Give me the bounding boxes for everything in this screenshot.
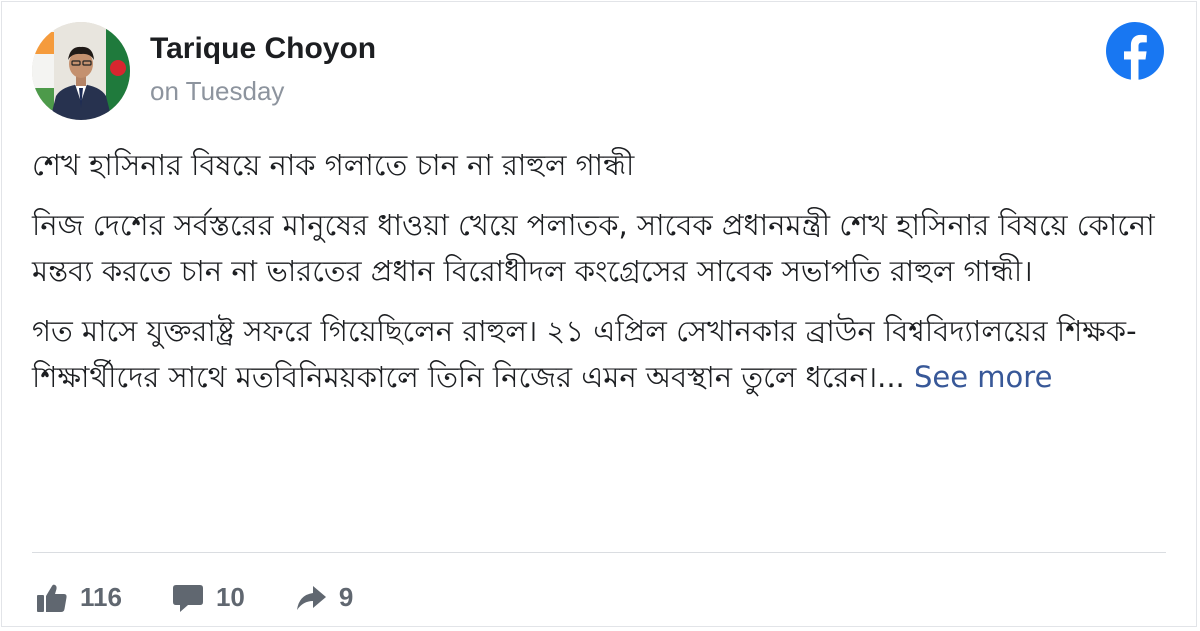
author-name[interactable]: Tarique Choyon bbox=[150, 32, 376, 66]
engagement-stats: 116 10 9 bbox=[36, 582, 403, 613]
thumbs-up-icon bbox=[37, 584, 67, 612]
avatar[interactable] bbox=[32, 22, 130, 120]
facebook-post-card: Tarique Choyon on Tuesday শেখ হাসিনার বি… bbox=[1, 1, 1197, 627]
post-paragraph: নিজ দেশের সর্বস্তরের মানুষের ধাওয়া খেয়… bbox=[32, 208, 1155, 288]
comment-count-button[interactable]: 10 bbox=[172, 582, 245, 613]
ellipsis: ... bbox=[877, 360, 905, 394]
post-paragraph: গত মাসে যুক্তরাষ্ট্র সফরে গিয়েছিলেন রাহ… bbox=[32, 308, 1172, 400]
share-count: 9 bbox=[338, 582, 354, 612]
share-arrow-icon bbox=[296, 585, 326, 610]
post-timestamp[interactable]: on Tuesday bbox=[150, 76, 284, 107]
post-headline: শেখ হাসিনার বিষয়ে নাক গলাতে চান না রাহু… bbox=[32, 148, 635, 182]
see-more-link[interactable]: See more bbox=[914, 360, 1052, 394]
like-count-button[interactable]: 116 bbox=[36, 582, 122, 613]
comment-count: 10 bbox=[215, 582, 245, 612]
share-count-button[interactable]: 9 bbox=[295, 582, 353, 613]
comment-bubble-icon bbox=[172, 584, 203, 612]
facebook-logo-icon bbox=[1106, 22, 1164, 80]
like-count: 116 bbox=[80, 582, 122, 612]
post-body: শেখ হাসিনার বিষয়ে নাক গলাতে চান না রাহু… bbox=[32, 142, 1172, 414]
divider bbox=[32, 552, 1166, 553]
